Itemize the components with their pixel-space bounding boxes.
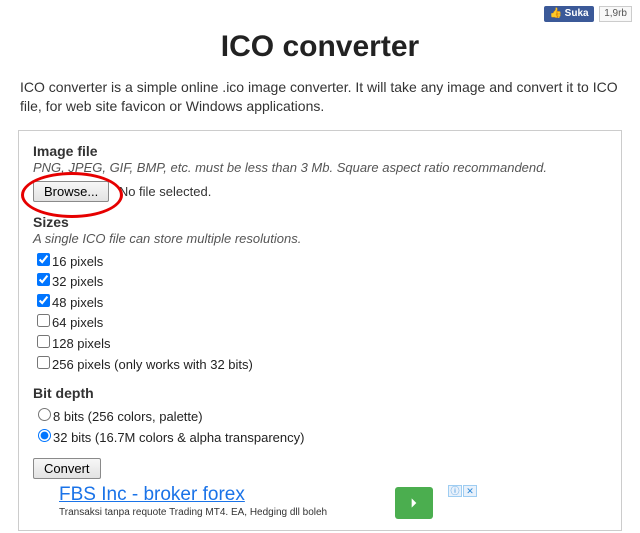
fb-like-label: Suka	[565, 8, 589, 19]
size-checkbox-256[interactable]	[37, 356, 50, 369]
ad-banner[interactable]: ⓘ✕ FBS Inc - broker forex Transaksi tanp…	[59, 485, 479, 518]
thumb-up-icon: 👍	[549, 8, 561, 19]
size-option-48[interactable]: 48 pixels	[33, 291, 607, 312]
page-title: ICO converter	[0, 30, 640, 64]
sizes-options: 16 pixels 32 pixels 48 pixels 64 pixels …	[33, 250, 607, 373]
fb-like-count: 1,9rb	[599, 6, 632, 22]
size-option-32[interactable]: 32 pixels	[33, 270, 607, 291]
size-checkbox-16[interactable]	[37, 253, 50, 266]
bitdepth-option-32[interactable]: 32 bits (16.7M colors & alpha transparen…	[33, 426, 607, 447]
bitdepth-option-8[interactable]: 8 bits (256 colors, palette)	[33, 405, 607, 426]
size-checkbox-64[interactable]	[37, 314, 50, 327]
file-status-text: No file selected.	[119, 184, 212, 199]
bitdepth-radio-32[interactable]	[38, 429, 51, 442]
browse-button[interactable]: Browse...	[33, 181, 109, 202]
size-option-16[interactable]: 16 pixels	[33, 250, 607, 271]
ad-close-icon: ✕	[463, 485, 477, 497]
bitdepth-options: 8 bits (256 colors, palette) 32 bits (16…	[33, 405, 607, 446]
bitdepth-heading: Bit depth	[33, 385, 607, 401]
bitdepth-radio-8[interactable]	[38, 408, 51, 421]
intro-text: ICO converter is a simple online .ico im…	[0, 78, 640, 116]
converter-panel: Image file PNG, JPEG, GIF, BMP, etc. mus…	[18, 130, 622, 531]
fb-like-button[interactable]: 👍 Suka	[544, 6, 593, 22]
size-checkbox-48[interactable]	[37, 294, 50, 307]
ad-go-button[interactable]	[395, 487, 433, 519]
size-checkbox-128[interactable]	[37, 335, 50, 348]
image-file-heading: Image file	[33, 143, 607, 159]
size-option-64[interactable]: 64 pixels	[33, 311, 607, 332]
sizes-heading: Sizes	[33, 214, 607, 230]
ad-choices[interactable]: ⓘ✕	[447, 485, 477, 497]
sizes-hint: A single ICO file can store multiple res…	[33, 231, 607, 246]
size-option-128[interactable]: 128 pixels	[33, 332, 607, 353]
convert-button[interactable]: Convert	[33, 458, 101, 479]
chevron-right-icon	[407, 496, 421, 510]
image-file-hint: PNG, JPEG, GIF, BMP, etc. must be less t…	[33, 160, 607, 175]
size-checkbox-32[interactable]	[37, 273, 50, 286]
ad-info-icon: ⓘ	[448, 485, 462, 497]
file-input-row: Browse... No file selected.	[33, 181, 607, 202]
size-option-256[interactable]: 256 pixels (only works with 32 bits)	[33, 353, 607, 374]
